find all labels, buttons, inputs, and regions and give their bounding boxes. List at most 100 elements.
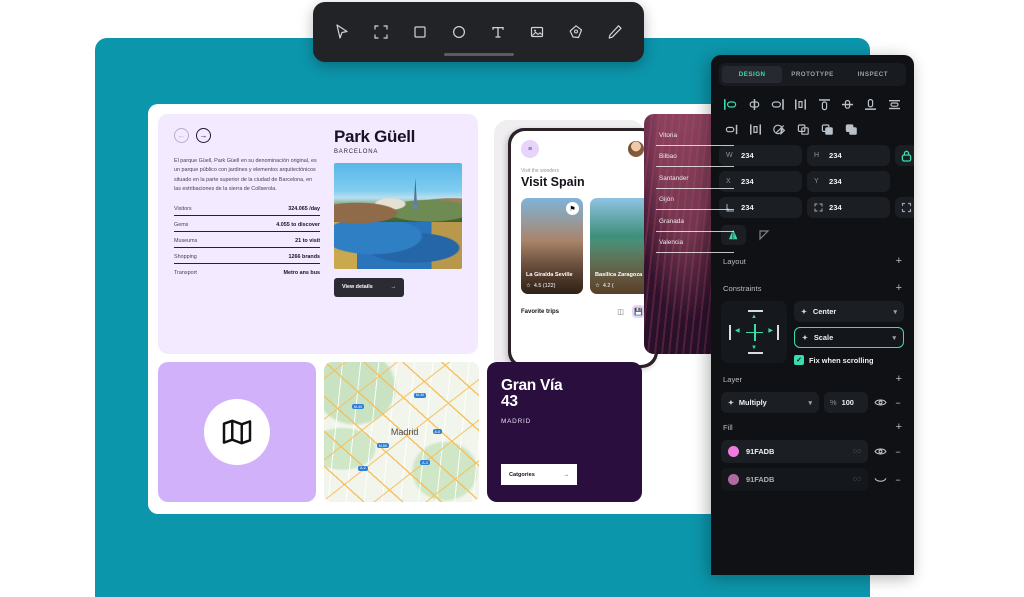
remove-fill-button[interactable]: − (892, 447, 904, 457)
vertical-constraint-value: Scale (813, 333, 834, 342)
corner-radius-field[interactable]: 234 (807, 197, 890, 218)
madrid-map-card[interactable]: Madrid M-40 M-30 M-50 A-6 A-2 A-3 (324, 362, 479, 502)
tool-palette (313, 2, 644, 62)
intersect-icon[interactable] (841, 120, 861, 138)
layer-title: Layer (723, 375, 742, 384)
chevron-up-icon: ▲ (751, 314, 757, 320)
add-layer-button[interactable]: + (896, 374, 902, 385)
align-left-icon[interactable] (721, 95, 740, 113)
chevron-down-icon: ▾ (893, 308, 897, 316)
constraints-section-header: Constraints + (719, 274, 906, 301)
fill-section-header: Fill + (719, 413, 906, 440)
list-item[interactable]: Granada (656, 210, 734, 232)
union-icon[interactable] (793, 120, 813, 138)
fix-when-scrolling-row[interactable]: ✓ Fix when scrolling (794, 355, 904, 365)
park-guell-card[interactable]: ← → El parque Güell, Park Güell en su de… (158, 114, 478, 354)
distribute-centers-icon[interactable] (745, 120, 765, 138)
independent-corners-icon[interactable] (895, 197, 914, 218)
constraints-grid[interactable]: ▲ ▼ ◀ ▶ (721, 301, 787, 363)
remove-layer-button[interactable]: − (892, 398, 904, 408)
eye-off-icon[interactable] (873, 475, 887, 484)
arrow-right-icon: → (563, 471, 569, 478)
list-item[interactable]: Santander (656, 167, 734, 189)
list-item[interactable]: Vitoria (656, 124, 734, 146)
align-bottom-icon[interactable] (861, 95, 880, 113)
image-tool[interactable] (523, 18, 551, 46)
chevron-left-icon: ◀ (735, 328, 740, 334)
opacity-field[interactable]: % 100 (824, 392, 868, 413)
gran-via-subtitle: MADRID (501, 417, 532, 425)
link-icon[interactable]: ◌◌ (853, 448, 861, 455)
phone-frame[interactable]: ≡ Visit the wonders Visit Spain ⚑ La Gir… (508, 128, 658, 368)
distribute-vertical-icon[interactable] (791, 95, 810, 113)
toolbar-drag-handle[interactable] (443, 53, 514, 56)
ellipse-tool[interactable] (445, 18, 473, 46)
spire-decoration (413, 177, 418, 210)
add-layout-button[interactable]: + (896, 256, 902, 267)
align-horizontal-center-icon[interactable] (744, 95, 763, 113)
flip-vertical-icon[interactable] (751, 225, 776, 245)
park-info-right: Park Güell BARCELONA View details → (334, 128, 462, 340)
phone-title: Visit Spain (521, 175, 585, 189)
forward-arrow-icon[interactable]: → (196, 128, 211, 143)
link-icon[interactable]: ◌◌ (853, 476, 861, 483)
map-icon-card[interactable] (158, 362, 316, 502)
y-field[interactable]: Y 234 (807, 171, 890, 192)
phone-footer-icons: ◫ 💾 (614, 305, 645, 318)
list-item[interactable]: Bilbao (656, 146, 734, 167)
add-constraint-button[interactable]: + (896, 283, 902, 294)
list-item[interactable]: ⚑ La Giralda Seville ☆ 4.5 (122) (521, 198, 583, 294)
highway-shield: A-6 (432, 429, 443, 435)
pen-tool[interactable] (562, 18, 590, 46)
tab-prototype[interactable]: PROTOTYPE (782, 66, 842, 83)
frame-tool[interactable] (367, 18, 395, 46)
height-field[interactable]: H 234 (807, 145, 890, 166)
map-icon (222, 419, 252, 445)
fill-entry[interactable]: 91FADB ◌◌ (721, 440, 868, 463)
avatar[interactable] (627, 140, 645, 158)
bottom-card-row: Madrid M-40 M-30 M-50 A-6 A-2 A-3 Gran V… (158, 362, 642, 502)
text-tool[interactable] (484, 18, 512, 46)
y-value: 234 (829, 177, 842, 186)
alignment-toolbar (719, 95, 906, 113)
subtract-icon[interactable] (817, 120, 837, 138)
align-right-icon[interactable] (768, 95, 787, 113)
rectangle-tool[interactable] (406, 18, 434, 46)
color-swatch[interactable] (728, 446, 739, 457)
view-details-button[interactable]: View details → (334, 277, 404, 297)
layout-title: Layout (723, 257, 746, 266)
remove-fill-button[interactable]: − (892, 475, 904, 485)
vertical-constraint-select[interactable]: ✦ Scale ▾ (794, 327, 904, 348)
card-rating: ☆ 4.5 (122) (526, 283, 578, 289)
height-label: H (814, 152, 820, 159)
list-item[interactable]: Valencia (656, 232, 734, 253)
add-fill-button[interactable]: + (896, 422, 902, 433)
columns-icon[interactable]: ◫ (614, 305, 627, 318)
color-swatch[interactable] (728, 474, 739, 485)
categories-button[interactable]: Catgories → (501, 464, 577, 485)
eye-icon[interactable] (873, 447, 887, 456)
mask-icon[interactable] (769, 120, 789, 138)
cursor-tool[interactable] (328, 18, 356, 46)
distribute-horizontal-icon[interactable] (885, 95, 904, 113)
tab-design[interactable]: DESIGN (722, 66, 783, 83)
lock-icon[interactable] (895, 145, 914, 166)
diamond-icon: ✦ (801, 308, 807, 316)
fill-title: Fill (723, 423, 733, 432)
align-top-icon[interactable] (815, 95, 834, 113)
stat-row: Gems 4.055 to discover (174, 215, 320, 231)
eye-icon[interactable] (873, 398, 887, 407)
list-item[interactable]: Gijón (656, 189, 734, 210)
tab-inspect[interactable]: INSPECT (843, 66, 903, 83)
align-vertical-center-icon[interactable] (838, 95, 857, 113)
hamburger-menu-icon[interactable]: ≡ (521, 140, 539, 158)
blend-mode-select[interactable]: ✦ Multiply ▾ (721, 392, 819, 413)
list-item[interactable]: Basílica Zaragoza ☆ 4.2 ( (590, 198, 652, 294)
horizontal-constraint-select[interactable]: ✦ Center ▾ (794, 301, 904, 322)
back-arrow-icon[interactable]: ← (174, 128, 189, 143)
pencil-tool[interactable] (601, 18, 629, 46)
fix-when-scrolling-checkbox[interactable]: ✓ (794, 355, 804, 365)
design-inspector-panel: DESIGN PROTOTYPE INSPECT W 234 H 234 X 2… (711, 55, 914, 575)
gran-via-card[interactable]: Gran Vía 43 MADRID Catgories → (487, 362, 642, 502)
fill-entry[interactable]: 91FADB ◌◌ (721, 468, 868, 491)
